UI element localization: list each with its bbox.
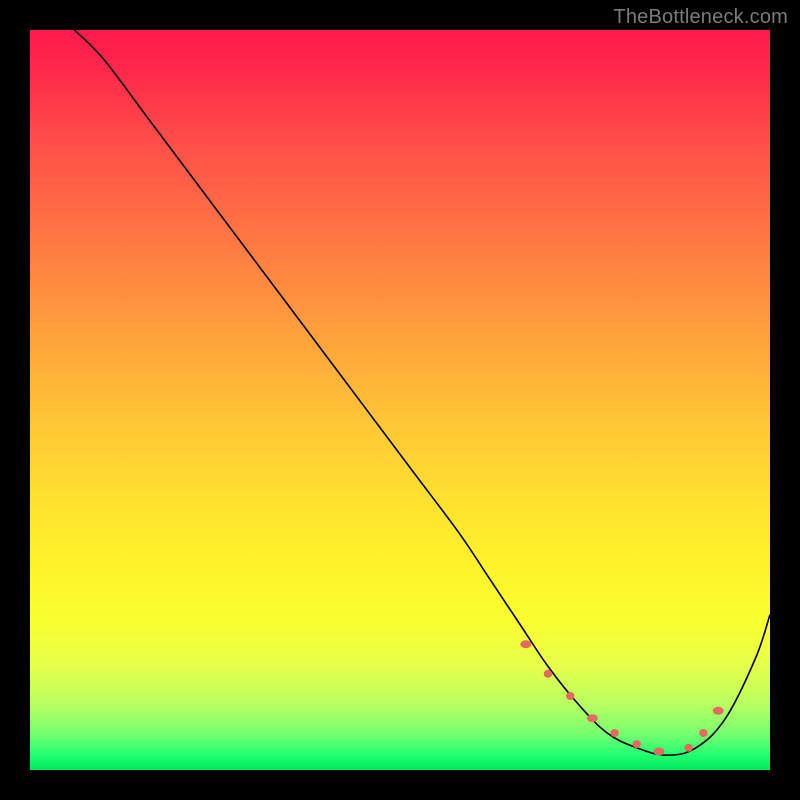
bottleneck-curve (74, 30, 770, 755)
marker-dot (699, 729, 707, 737)
marker-dot (566, 692, 574, 700)
marker-dot (587, 714, 598, 722)
marker-dot (654, 748, 665, 756)
marker-dot (713, 707, 724, 715)
marker-dot (520, 640, 531, 648)
marker-dot (610, 729, 618, 737)
plot-area (30, 30, 770, 770)
marker-dot (684, 744, 692, 752)
optimal-range-markers (520, 640, 723, 755)
watermark-text: TheBottleneck.com (613, 6, 788, 29)
chart-frame: TheBottleneck.com (0, 0, 800, 800)
series-layer (30, 30, 770, 770)
marker-dot (633, 740, 641, 748)
marker-dot (544, 670, 552, 678)
